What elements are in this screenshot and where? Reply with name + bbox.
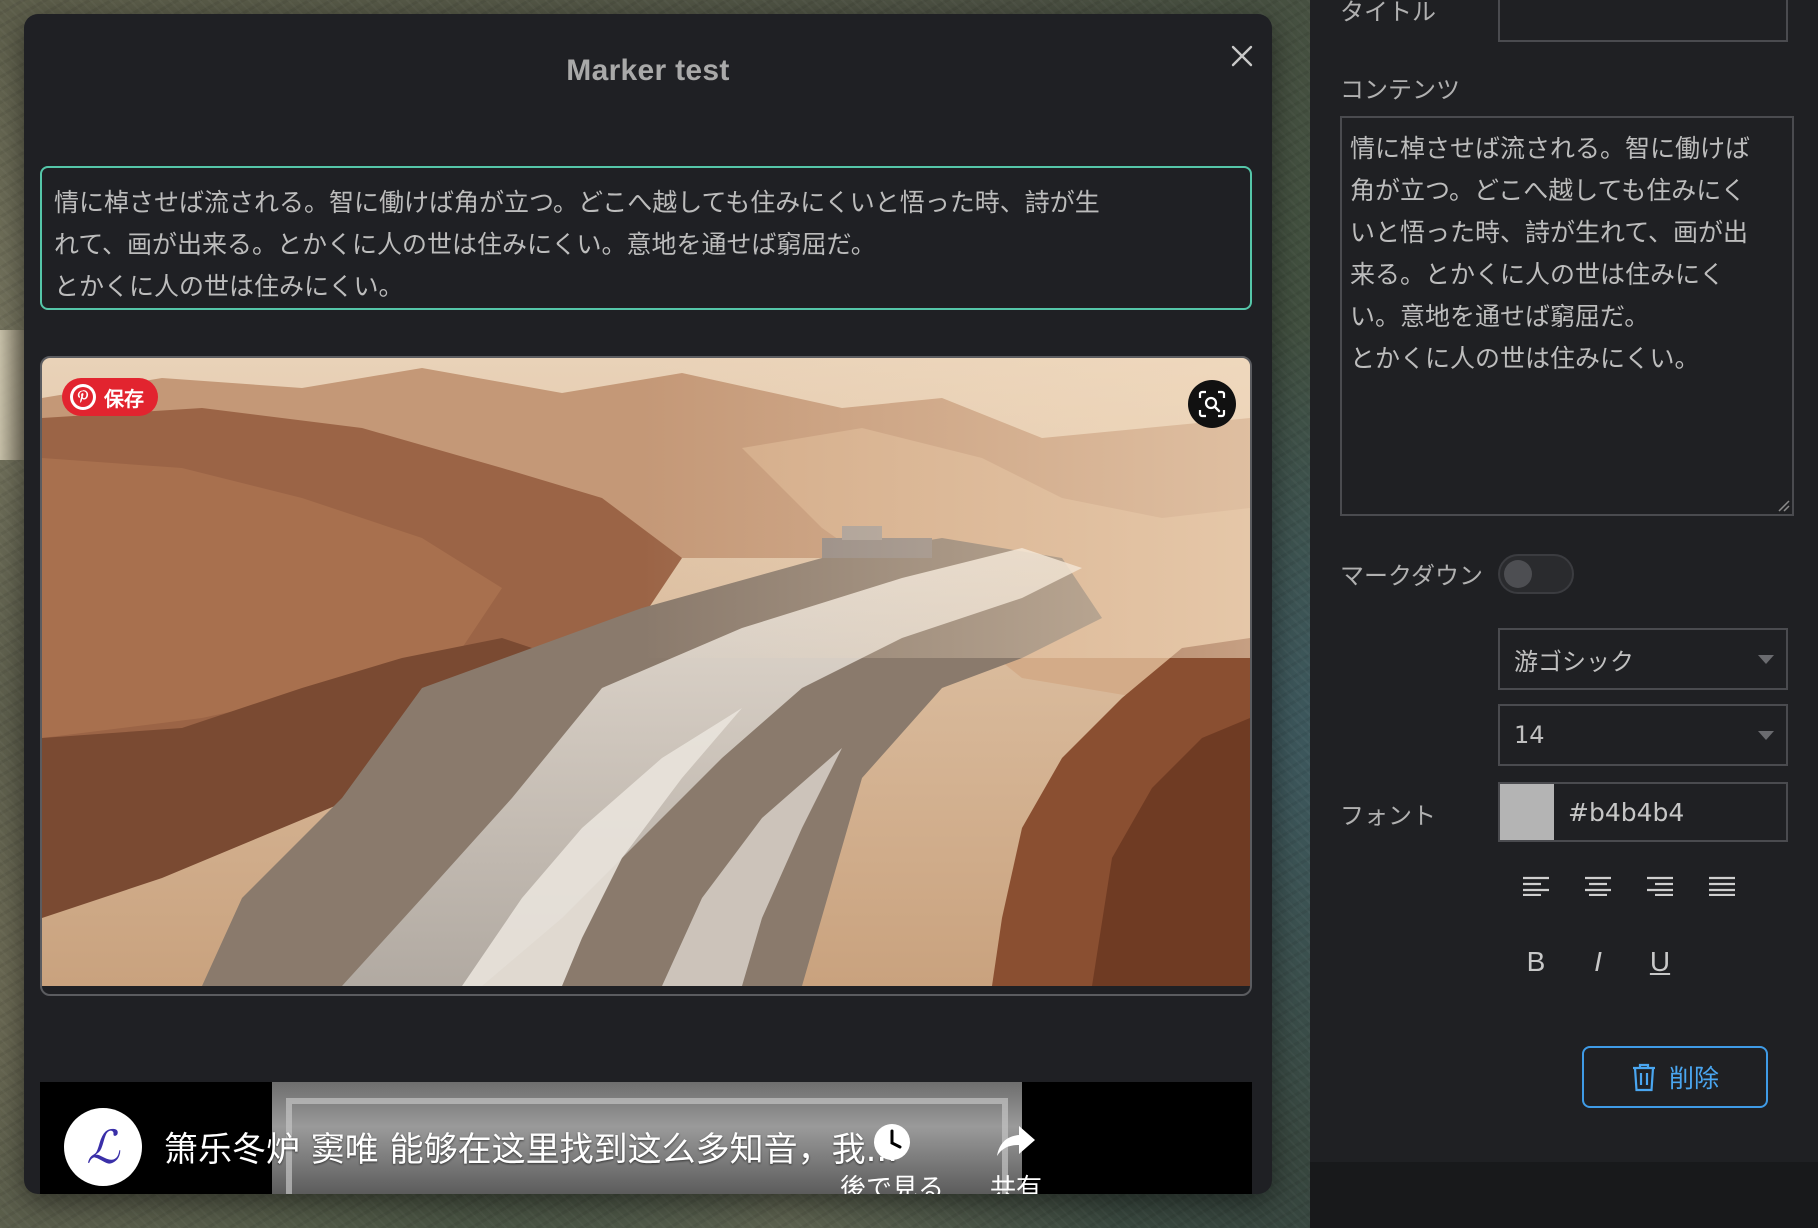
title-label: タイトル [1340, 0, 1436, 26]
panel-footer [1310, 1162, 1818, 1228]
image-frame: 保存 [40, 356, 1252, 996]
align-center-icon [1585, 876, 1611, 896]
pinterest-save-label: 保存 [104, 386, 144, 411]
watch-later-button[interactable]: 後で見る [840, 1122, 944, 1194]
marker-modal: Marker test 情に棹させば流される。智に働けば角が立つ。どこへ越しても… [24, 14, 1272, 1194]
content-line: 情に棹させば流される。智に働けば [1350, 134, 1751, 163]
visual-search-button[interactable] [1188, 380, 1236, 428]
text-line: 情に棹させば流される。智に働けば角が立つ。どこへ越しても住みにくいと悟った時、詩… [54, 188, 1100, 217]
map-building [0, 330, 24, 460]
font-color-field[interactable]: #b4b4b4 [1498, 782, 1788, 842]
visual-search-icon [1198, 390, 1226, 418]
font-color-value: #b4b4b4 [1568, 797, 1685, 827]
modal-title: Marker test [566, 54, 730, 87]
content-line: いと悟った時、詩が生れて、画が出 [1350, 218, 1749, 247]
align-justify-icon [1709, 876, 1735, 896]
font-size-select[interactable]: 14 [1498, 704, 1788, 766]
close-icon [1231, 45, 1253, 67]
toggle-knob [1504, 560, 1532, 588]
title-input[interactable] [1498, 0, 1788, 42]
share-icon [997, 1126, 1035, 1156]
content-line: 来る。とかくに人の世は住みにく [1350, 260, 1725, 289]
share-button[interactable]: 共有 [990, 1122, 1042, 1194]
text-line: れて、画が出来る。とかくに人の世は住みにくい。意地を通せば窮屈だ。 [54, 230, 876, 259]
chevron-down-icon [1758, 655, 1774, 664]
marker-text-content: 情に棹させば流される。智に働けば角が立つ。どこへ越しても住みにくいと悟った時、詩… [40, 166, 1252, 310]
bold-button[interactable]: B [1514, 940, 1558, 984]
markdown-toggle[interactable] [1498, 554, 1574, 594]
markdown-label: マークダウン [1340, 562, 1484, 590]
underline-button[interactable]: U [1638, 940, 1682, 984]
delete-label: 削除 [1668, 1064, 1719, 1093]
align-left-button[interactable] [1514, 864, 1558, 908]
clock-icon [874, 1124, 910, 1160]
italic-button[interactable]: I [1576, 940, 1620, 984]
trash-icon [1632, 1063, 1655, 1092]
watch-later-label: 後で見る [840, 1174, 945, 1194]
align-center-button[interactable] [1576, 864, 1620, 908]
align-left-icon [1523, 876, 1549, 896]
close-button[interactable] [1222, 36, 1262, 76]
pinterest-save-button[interactable]: 保存 [62, 378, 158, 416]
marker-settings-panel: タイトル コンテンツ 情に棹させば流される。智に働けば 角が立つ。どこへ越しても… [1310, 0, 1818, 1162]
content-line: とかくに人の世は住みにくい。 [1350, 344, 1700, 373]
color-swatch[interactable] [1500, 784, 1554, 840]
align-right-button[interactable] [1638, 864, 1682, 908]
align-right-icon [1647, 876, 1673, 896]
content-label: コンテンツ [1340, 76, 1460, 104]
content-line: い。意地を通せば窮屈だ。 [1350, 302, 1650, 331]
content-textarea[interactable]: 情に棹させば流される。智に働けば 角が立つ。どこへ越しても住みにく いと悟った時… [1340, 116, 1794, 516]
delete-button[interactable]: 削除 [1582, 1046, 1768, 1108]
content-line: 角が立つ。どこへ越しても住みにく [1350, 176, 1746, 205]
landscape-photo [42, 358, 1250, 986]
share-label: 共有 [990, 1174, 1043, 1194]
font-size-value: 14 [1514, 721, 1545, 749]
font-family-value: 游ゴシック [1514, 647, 1634, 676]
text-line: とかくに人の世は住みにくい。 [54, 272, 404, 301]
font-family-select[interactable]: 游ゴシック [1498, 628, 1788, 690]
pinterest-icon [70, 384, 96, 410]
align-justify-button[interactable] [1700, 864, 1744, 908]
chevron-down-icon [1758, 731, 1774, 740]
embedded-video[interactable]: ℒ 箫乐冬炉 窦唯 能够在这里找到这么多知音，我... 後で見る 共有 [40, 1082, 1252, 1194]
resize-grip-icon[interactable] [1776, 498, 1790, 512]
font-label: フォント [1340, 802, 1436, 830]
channel-avatar[interactable]: ℒ [64, 1108, 142, 1186]
